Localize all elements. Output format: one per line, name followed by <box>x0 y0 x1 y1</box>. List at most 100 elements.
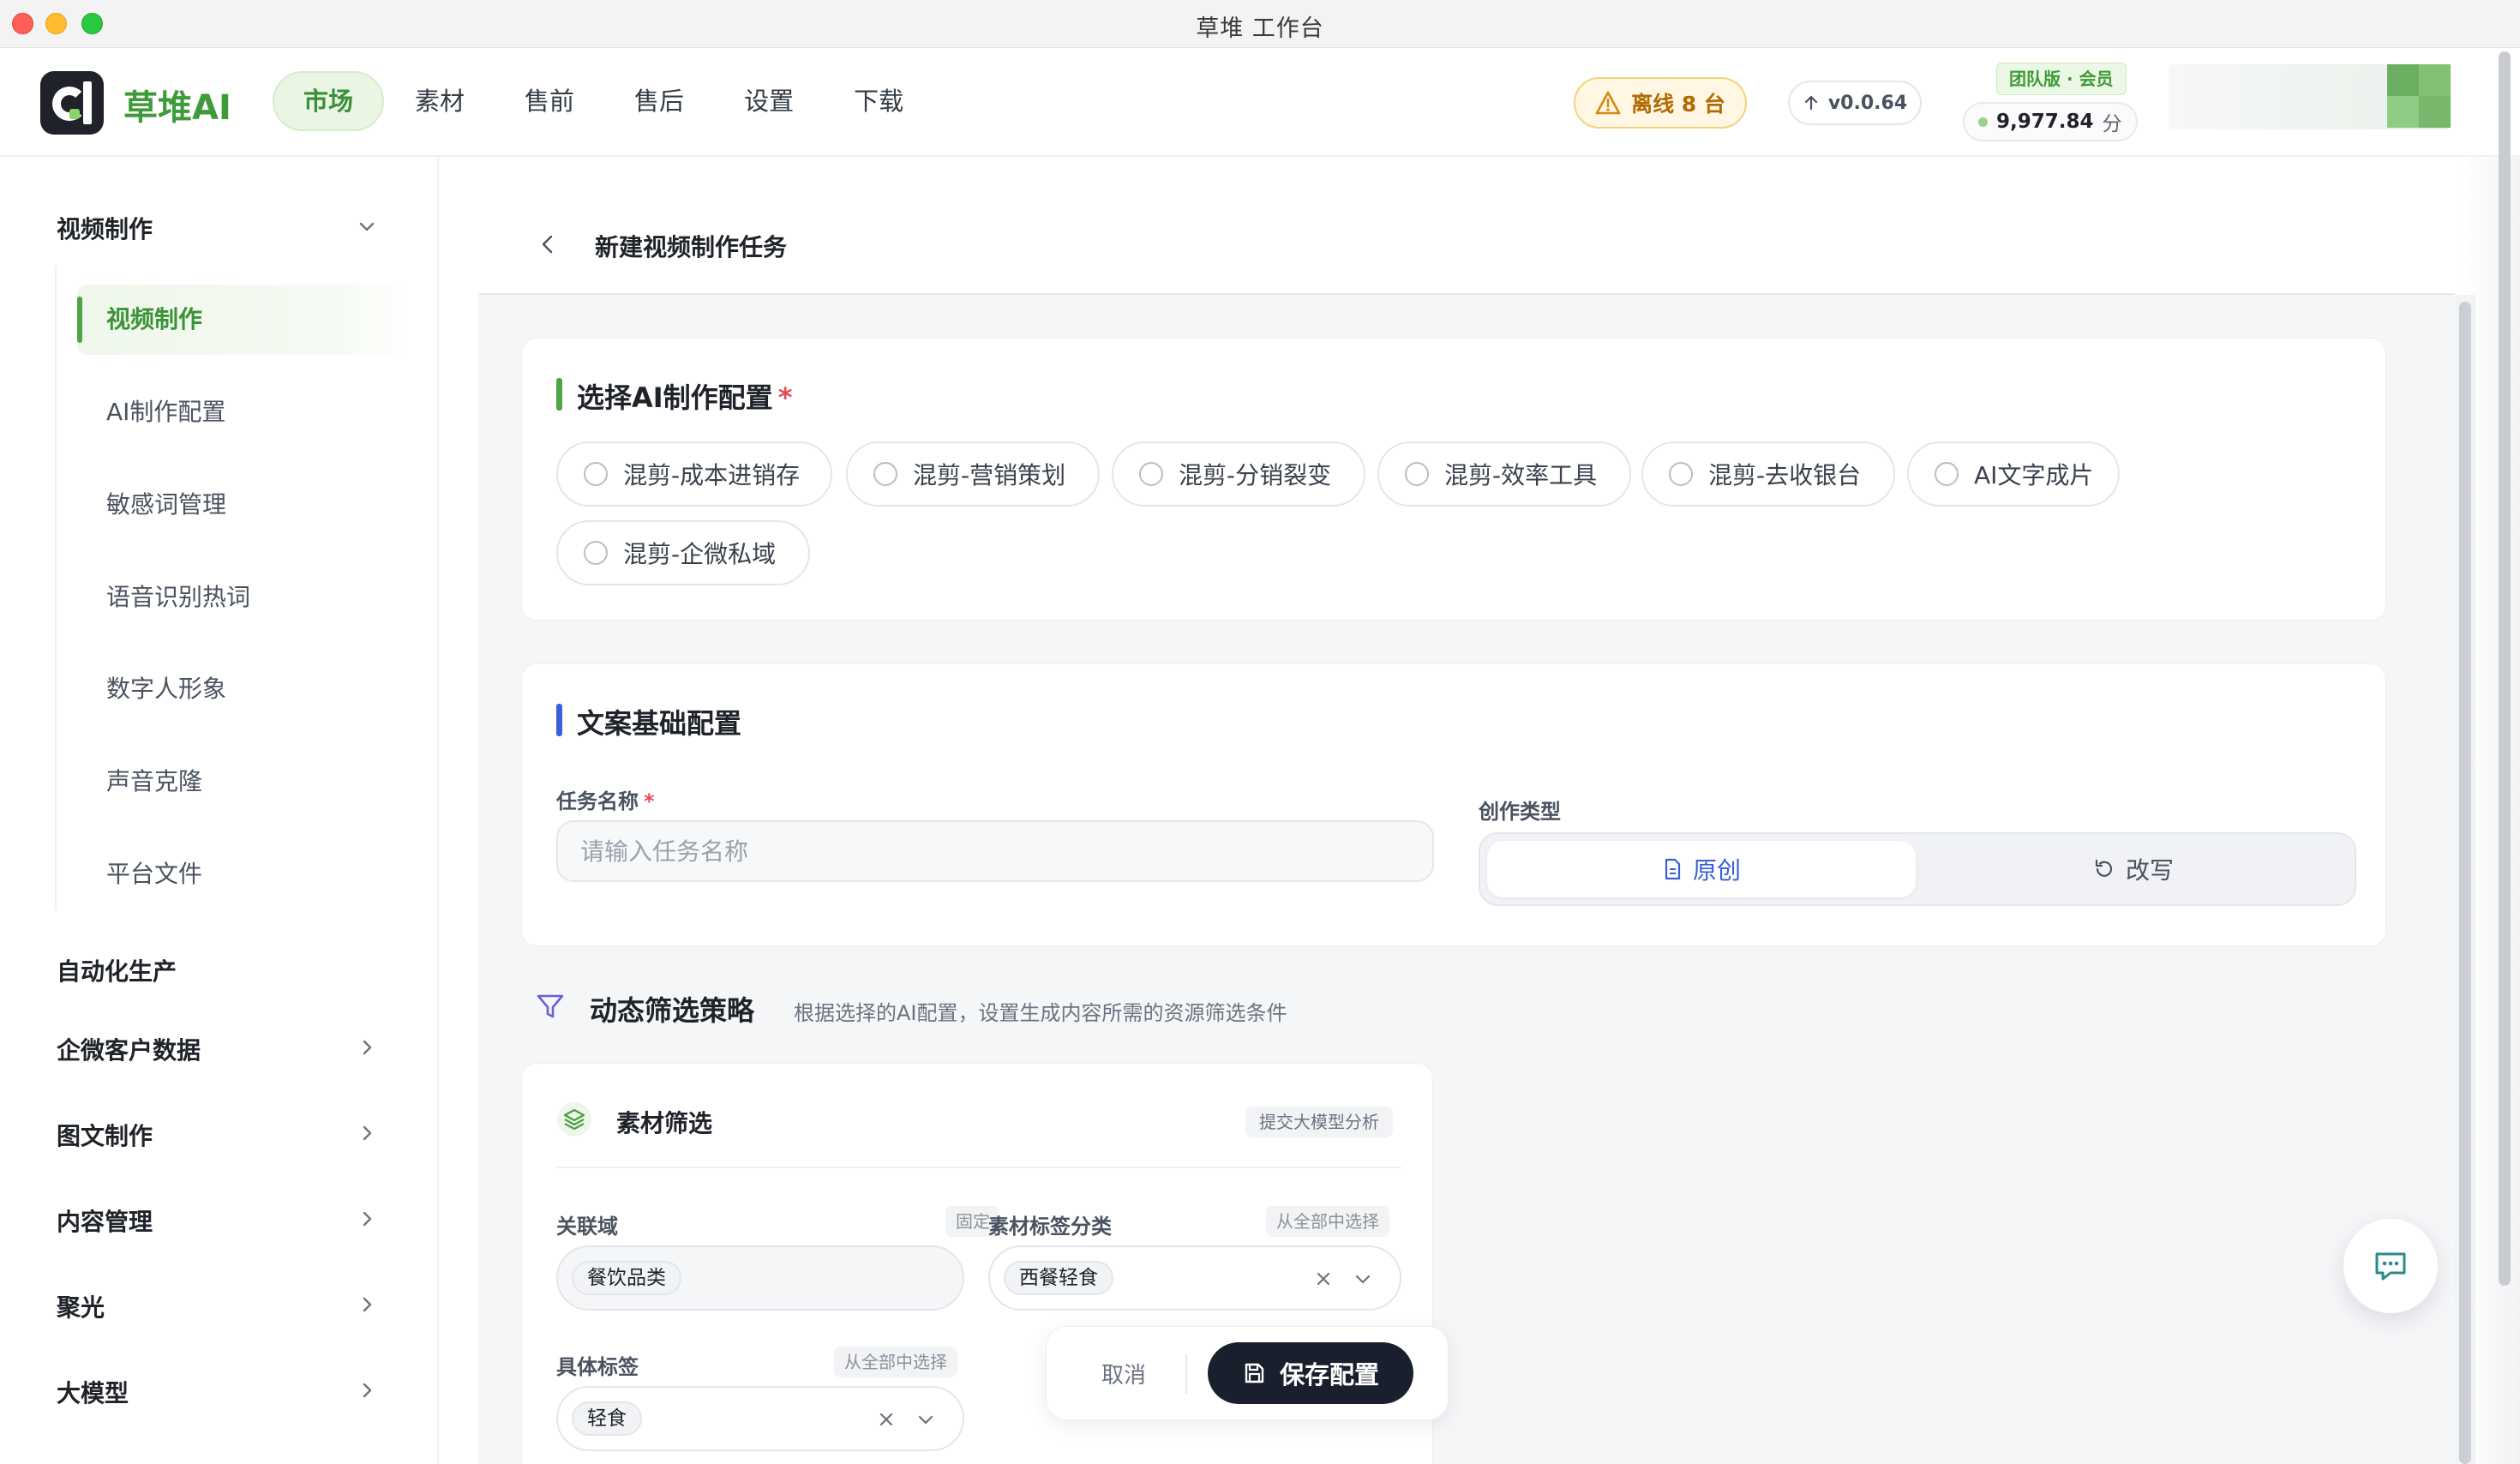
floating-action-bar: 取消 保存配置 <box>1046 1326 1449 1420</box>
sidebar-sub-divider <box>55 266 57 910</box>
window-scrollbar[interactable] <box>2496 51 2513 1286</box>
filter-icon <box>537 994 564 1018</box>
domain-label: 关联域 <box>556 1215 618 1239</box>
status-dot-icon <box>1978 117 1988 127</box>
form-scroll-area: 选择AI制作配置 * 混剪-成本进销存 混剪-营销策划 混剪-分销裂变 混剪-效率… <box>478 293 2455 1464</box>
clear-icon[interactable] <box>875 1408 897 1431</box>
offline-devices-label: 离线 8 台 <box>1631 92 1725 117</box>
chevron-down-icon[interactable] <box>355 214 379 238</box>
specific-tag-select[interactable]: 轻食 <box>556 1386 964 1451</box>
sidebar-item-asr-hotwords[interactable]: 语音识别热词 <box>77 562 411 633</box>
sidebar-group-image-text[interactable]: 图文制作 <box>57 1118 153 1152</box>
nav-item-market[interactable]: 市场 <box>273 71 385 131</box>
required-mark: * <box>644 789 655 813</box>
nav-item-materials[interactable]: 素材 <box>386 71 494 131</box>
category-select[interactable]: 西餐轻食 <box>988 1245 1401 1311</box>
divider <box>1185 1354 1187 1394</box>
save-config-button[interactable]: 保存配置 <box>1208 1342 1413 1404</box>
dynamic-filter-title: 动态筛选策略 <box>590 994 755 1027</box>
points-balance[interactable]: 9,977.84 分 <box>1963 102 2138 141</box>
chevron-down-icon[interactable] <box>915 1408 937 1431</box>
window-title: 草堆 工作台 <box>1196 15 1324 42</box>
divider <box>556 1167 1401 1168</box>
specific-tag-label: 具体标签 <box>556 1355 639 1379</box>
offline-devices-button[interactable]: 离线 8 台 <box>1574 77 1747 129</box>
copy-config-title: 文案基础配置 <box>577 707 742 740</box>
nav-item-settings[interactable]: 设置 <box>715 71 823 131</box>
chevron-right-icon[interactable] <box>355 1121 379 1145</box>
chevron-right-icon[interactable] <box>355 1035 379 1059</box>
sidebar-item-platform-files[interactable]: 平台文件 <box>77 839 411 909</box>
nav-item-presales[interactable]: 售前 <box>495 71 603 131</box>
sidebar-item-sensitive-words[interactable]: 敏感词管理 <box>77 470 411 540</box>
radio-unchecked-icon <box>1935 462 1959 486</box>
ai-config-option[interactable]: 混剪-企微私域 <box>556 520 810 585</box>
ai-config-card: 选择AI制作配置 * 混剪-成本进销存 混剪-营销策划 混剪-分销裂变 混剪-效率… <box>521 338 2386 621</box>
sidebar-item-voice-clone[interactable]: 声音克隆 <box>77 747 411 817</box>
chevron-down-icon[interactable] <box>1352 1268 1374 1290</box>
chat-support-button[interactable] <box>2343 1219 2438 1313</box>
chat-bubble-icon <box>2375 1252 2406 1281</box>
top-nav: 市场 素材 售前 售后 设置 下载 <box>273 71 934 133</box>
sidebar-item-video-production[interactable]: 视频制作 <box>77 285 411 355</box>
ai-config-option[interactable]: 混剪-营销策划 <box>846 441 1100 507</box>
category-chip: 西餐轻食 <box>1004 1261 1113 1295</box>
ai-config-option[interactable]: 混剪-分销裂变 <box>1112 441 1365 507</box>
main-content: 新建视频制作任务 选择AI制作配置 * 混剪-成本进销存 混剪-营销策划 混剪-分… <box>441 158 2493 1464</box>
creation-type-rewrite[interactable]: 改写 <box>1919 841 2348 897</box>
chevron-right-icon[interactable] <box>355 1293 379 1317</box>
brand-name[interactable]: 草堆AI <box>123 80 231 129</box>
creation-type-label: 创作类型 <box>1479 800 1561 824</box>
nav-item-download[interactable]: 下载 <box>825 71 933 131</box>
arrow-up-icon <box>1804 95 1817 111</box>
version-label: v0.0.64 <box>1827 92 1908 114</box>
warning-icon <box>1595 91 1621 115</box>
creation-type-original[interactable]: 原创 <box>1487 841 1916 897</box>
radio-unchecked-icon <box>873 462 897 486</box>
refresh-icon <box>2095 859 2113 877</box>
creation-type-toggle: 原创 改写 <box>1479 832 2356 906</box>
save-icon <box>1245 1363 1264 1383</box>
window-titlebar: 草堆 工作台 <box>0 0 2520 48</box>
radio-unchecked-icon <box>584 462 608 486</box>
specific-select-all-tag[interactable]: 从全部中选择 <box>834 1347 957 1377</box>
chevron-right-icon[interactable] <box>355 1207 379 1231</box>
points-unit: 分 <box>2102 113 2122 135</box>
version-button[interactable]: v0.0.64 <box>1788 81 1922 125</box>
sidebar-group-content-mgmt[interactable]: 内容管理 <box>57 1203 153 1238</box>
section-accent-bar <box>556 704 562 736</box>
ai-config-option[interactable]: 混剪-效率工具 <box>1377 441 1631 507</box>
submit-llm-analysis-tag[interactable]: 提交大模型分析 <box>1245 1107 1393 1137</box>
window-scrollbar-thumb[interactable] <box>2499 51 2511 1286</box>
section-accent-bar <box>556 378 562 411</box>
ai-config-option[interactable]: AI文字成片 <box>1907 441 2120 507</box>
back-arrow-icon[interactable] <box>535 231 561 257</box>
avatar[interactable] <box>2387 64 2451 128</box>
page-title: 新建视频制作任务 <box>595 233 788 261</box>
chevron-right-icon[interactable] <box>355 1378 379 1402</box>
specific-tag-chip: 轻食 <box>572 1401 642 1436</box>
cancel-button[interactable]: 取消 <box>1101 1358 1146 1389</box>
sidebar-item-ai-config[interactable]: AI制作配置 <box>77 377 411 447</box>
nav-item-aftersales[interactable]: 售后 <box>605 71 713 131</box>
radio-unchecked-icon <box>1139 462 1163 486</box>
ai-config-option[interactable]: 混剪-去收银台 <box>1641 441 1895 507</box>
sidebar-group-automation[interactable]: 自动化生产 <box>57 953 177 987</box>
tier-badge: 团队版 · 会员 <box>1996 63 2127 95</box>
sidebar-group-spotlight[interactable]: 聚光 <box>57 1289 105 1323</box>
sidebar-group-video[interactable]: 视频制作 <box>57 211 153 245</box>
task-name-input[interactable] <box>556 820 1434 882</box>
sidebar-item-digital-human[interactable]: 数字人形象 <box>77 654 411 724</box>
sidebar-group-llm[interactable]: 大模型 <box>57 1375 129 1409</box>
sidebar: 视频制作 视频制作 AI制作配置 敏感词管理 语音识别热词 数字人形象 声音克隆… <box>0 158 439 1464</box>
sidebar-group-wecom-data[interactable]: 企微客户数据 <box>57 1032 201 1066</box>
clear-icon[interactable] <box>1312 1268 1335 1290</box>
radio-unchecked-icon <box>1669 462 1693 486</box>
brand-logo-icon[interactable] <box>40 71 104 135</box>
category-label: 素材标签分类 <box>988 1215 1112 1239</box>
category-select-all-tag[interactable]: 从全部中选择 <box>1266 1206 1389 1237</box>
required-mark: * <box>777 381 793 414</box>
dynamic-filter-subtitle: 根据选择的AI配置，设置生成内容所需的资源筛选条件 <box>794 1001 1287 1025</box>
ai-config-option[interactable]: 混剪-成本进销存 <box>556 441 832 507</box>
copy-config-card: 文案基础配置 任务名称* 创作类型 原创 <box>521 663 2386 946</box>
